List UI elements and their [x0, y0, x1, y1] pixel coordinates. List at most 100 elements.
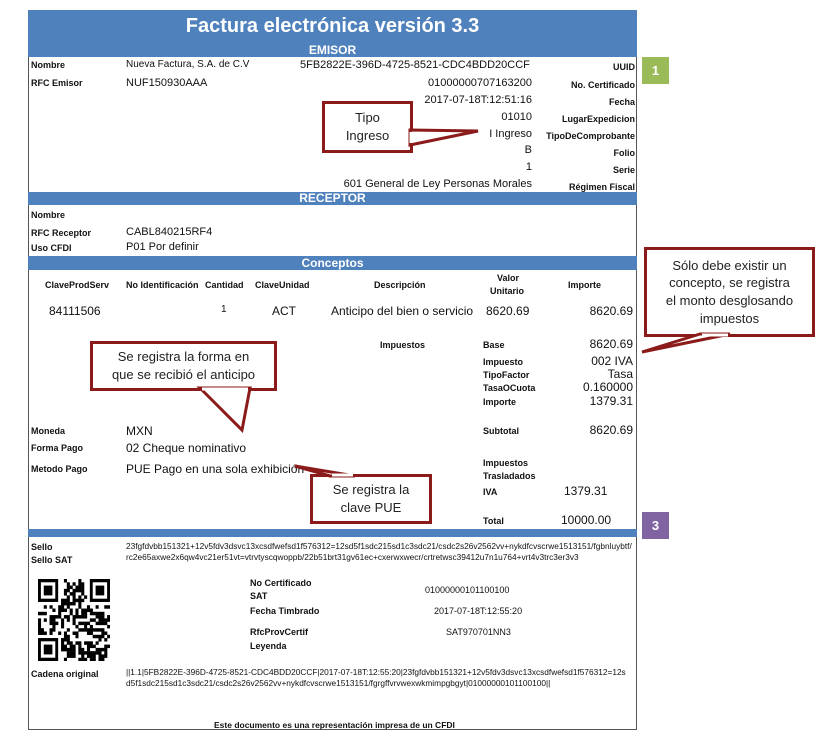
fecha-timbrado-value: 2017-07-18T:12:55:20: [434, 606, 523, 616]
col-valor-unitario-2: Unitario: [490, 286, 525, 296]
tax-tasa-value: 0.160000: [582, 380, 633, 394]
forma-pago-value: 02 Cheque nominativo: [126, 441, 247, 455]
tax-importe-value: 1379.31: [589, 394, 633, 408]
tax-base-value: 8620.69: [589, 337, 633, 351]
col-clave-prod: ClaveProdServ: [45, 280, 110, 290]
callout-pue-line-2: clave PUE: [340, 500, 402, 515]
receptor-uso-label: Uso CFDI: [31, 243, 72, 253]
moneda-value: MXN: [126, 424, 153, 438]
callout-forma-line-2: que se recibió el anticipo: [111, 367, 256, 382]
sello-label: Sello: [31, 542, 53, 552]
moneda-label: Moneda: [31, 426, 66, 436]
invoice-title: Factura electrónica versión 3.3: [28, 10, 637, 43]
callout-tipo-line-2: Ingreso: [345, 128, 390, 143]
cert-label: No. Certificado: [570, 80, 635, 90]
row-clave-unidad: ACT: [272, 304, 296, 318]
tax-tasa-label: TasaOCuota: [483, 383, 536, 393]
col-importe: Importe: [568, 280, 602, 290]
impuestos-label: Impuestos: [380, 340, 426, 350]
badge-3: 3: [642, 512, 669, 539]
uuid-label: UUID: [613, 62, 635, 72]
trasladados-label-2: Trasladados: [483, 471, 536, 481]
total-label: Total: [483, 516, 504, 526]
tax-tipofactor-label: TipoFactor: [483, 370, 530, 380]
callout-concepto-line-2: concepto, se registra: [669, 275, 790, 291]
serie-label: Serie: [612, 165, 635, 175]
iva-label: IVA: [483, 487, 498, 497]
emisor-rfc-label: RFC Emisor: [31, 78, 83, 88]
regimen-value: 601 General de Ley Personas Morales: [343, 178, 532, 190]
callout-pue-line-1: Se registra la: [332, 482, 410, 498]
no-cert-sat-value: 01000000101100100: [425, 585, 510, 595]
iva-value: 1379.31: [564, 484, 608, 498]
col-cantidad: Cantidad: [205, 280, 244, 290]
receptor-nombre-label: Nombre: [31, 210, 66, 220]
receptor-section-bar: RECEPTOR: [28, 192, 637, 205]
qr-code-icon: [38, 579, 110, 661]
callout-concepto: Sólo debe existir un concepto, se registr…: [644, 247, 815, 337]
sello-text: 23fgfdvbb151321+12v5fdv3dsvc13xcsdfwefsd…: [126, 541, 632, 562]
tax-impuesto-value: 002 IVA: [591, 354, 633, 368]
col-clave-unidad: ClaveUnidad: [255, 280, 310, 290]
cadena-original-text: ||1.1|5FB2822E-396D-4725-8521-CDC4BDD20C…: [126, 667, 626, 688]
emisor-section-bar: EMISOR: [28, 43, 637, 57]
tax-importe-label: Importe: [483, 397, 517, 407]
no-cert-sat-label-2: SAT: [250, 591, 268, 601]
no-cert-sat-label-1: No Certificado: [250, 578, 312, 588]
lugar-value: 01010: [501, 111, 532, 123]
uuid-value: 5FB2822E-396D-4725-8521-CDC4BDD20CCF: [300, 59, 530, 71]
footer-note: Este documento es una representación imp…: [214, 720, 455, 730]
tipo-comprobante-value: I Ingreso: [489, 128, 532, 140]
fecha-label: Fecha: [608, 97, 635, 107]
emisor-nombre-value: Nueva Factura, S.A. de C.V: [126, 59, 250, 70]
sello-separator-bar: [28, 529, 637, 537]
tax-tipofactor-value: Tasa: [607, 367, 633, 381]
forma-pago-label: Forma Pago: [31, 443, 84, 453]
metodo-pago-value: PUE Pago en una sola exhibición: [126, 462, 305, 476]
col-no-id: No Identificación: [126, 280, 199, 290]
badge-1: 1: [642, 57, 669, 84]
receptor-rfc-value: CABL840215RF4: [126, 226, 213, 238]
cadena-original-label: Cadena original: [31, 669, 99, 679]
lugar-label: LugarExpedicion: [561, 114, 635, 124]
row-cantidad: 1: [221, 304, 227, 315]
row-clave-prod: 84111506: [49, 304, 101, 318]
rfc-prov-value: SAT970701NN3: [446, 627, 511, 637]
tax-base-label: Base: [483, 340, 505, 350]
fecha-value: 2017-07-18T:12:51:16: [424, 94, 532, 106]
conceptos-section-bar: Conceptos: [28, 256, 637, 270]
fecha-timbrado-label: Fecha Timbrado: [250, 606, 320, 616]
serie-value: 1: [525, 161, 532, 173]
callout-tipo-line-1: Tipo: [355, 110, 380, 126]
sello-sat-label: Sello SAT: [31, 555, 73, 565]
leyenda-label: Leyenda: [250, 641, 287, 651]
rfc-prov-label: RfcProvCertif: [250, 627, 309, 637]
receptor-uso-value: P01 Por definir: [126, 241, 199, 253]
metodo-pago-label: Metodo Pago: [31, 464, 88, 474]
tax-impuesto-label: Impuesto: [483, 357, 524, 367]
tipo-comprobante-label: TipoDeComprobante: [546, 131, 635, 141]
col-descripcion: Descripción: [374, 280, 426, 290]
folio-value: B: [524, 144, 532, 156]
receptor-rfc-label: RFC Receptor: [31, 228, 92, 238]
trasladados-label-1: Impuestos: [483, 458, 529, 468]
callout-concepto-line-3: el monto desglosando: [665, 293, 794, 308]
subtotal-value: 8620.69: [589, 423, 633, 437]
callout-concepto-line-4: impuestos: [699, 310, 760, 326]
cert-value: 01000000707163200: [427, 77, 532, 89]
emisor-nombre-label: Nombre: [31, 60, 66, 70]
callout-forma-pago: Se registra la forma en que se recibió el…: [90, 341, 277, 391]
folio-label: Folio: [613, 148, 636, 158]
col-valor-unitario-1: Valor: [497, 273, 520, 283]
callout-forma-line-1: Se registra la forma en: [117, 349, 250, 365]
subtotal-label: Subtotal: [483, 426, 519, 436]
emisor-rfc-value: NUF150930AAA: [126, 77, 208, 89]
callout-concepto-line-1: Sólo debe existir un: [672, 257, 787, 273]
callout-clave-pue: Se registra la clave PUE: [310, 474, 432, 524]
row-valor-unitario: 8620.69: [486, 304, 530, 318]
row-descripcion: Anticipo del bien o servicio: [331, 304, 474, 318]
row-importe: 8620.69: [589, 304, 633, 318]
total-value: 10000.00: [561, 513, 612, 527]
regimen-label: Régimen Fiscal: [568, 182, 635, 192]
callout-tipo-ingreso: Tipo Ingreso: [322, 101, 413, 153]
